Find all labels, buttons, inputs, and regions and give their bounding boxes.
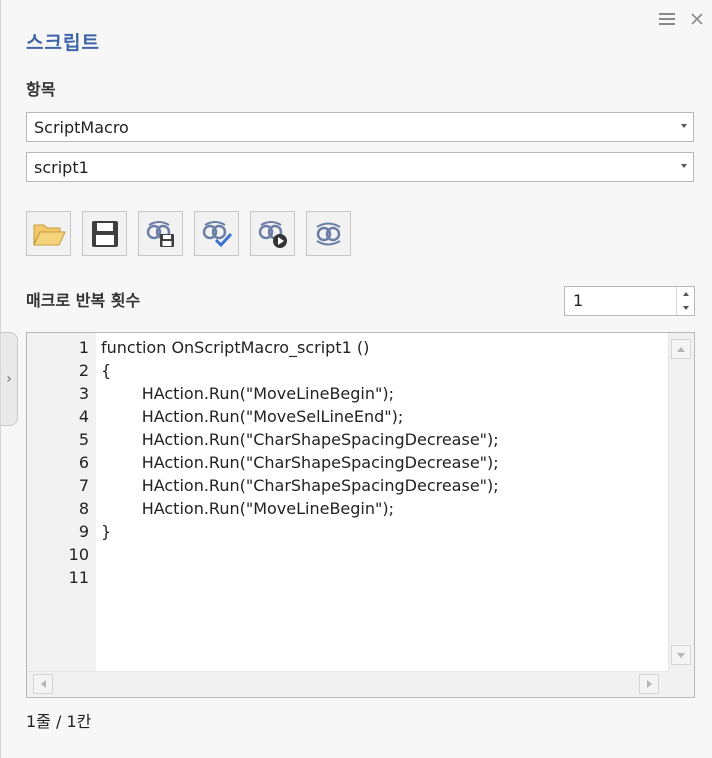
vertical-scrollbar[interactable] xyxy=(668,333,694,671)
repeat-count-spinner[interactable]: 1 xyxy=(564,286,695,316)
script-editor[interactable]: 1 2 3 4 5 6 7 8 9 10 11 function OnScriptMacro_scr… xyxy=(26,332,695,698)
save-script-button[interactable] xyxy=(82,211,127,256)
macro-type-select[interactable]: ScriptMacro xyxy=(26,112,694,142)
code-line[interactable]: HAction.Run("CharShapeSpacingDecrease"); xyxy=(101,451,669,474)
code-line[interactable]: HAction.Run("MoveSelLineEnd"); xyxy=(101,405,669,428)
code-line[interactable]: HAction.Run("MoveLineBegin"); xyxy=(101,497,669,520)
code-line[interactable]: HAction.Run("CharShapeSpacingDecrease"); xyxy=(101,428,669,451)
code-line[interactable] xyxy=(101,566,669,589)
close-icon[interactable] xyxy=(688,10,706,28)
script-value: script1 xyxy=(34,157,89,177)
scroll-up-button[interactable] xyxy=(671,339,691,359)
line-numbers: 1 2 3 4 5 6 7 8 9 10 11 xyxy=(27,336,89,589)
repeat-count-value[interactable]: 1 xyxy=(573,291,583,310)
line-number: 10 xyxy=(68,545,89,564)
items-label: 항목 xyxy=(26,80,56,99)
line-number: 7 xyxy=(78,476,89,495)
dropdown-arrow-icon xyxy=(681,124,687,128)
code-line[interactable]: HAction.Run("CharShapeSpacingDecrease"); xyxy=(101,474,669,497)
line-number: 2 xyxy=(78,361,89,380)
arrow-right-icon xyxy=(646,680,652,688)
macro-loop-icon xyxy=(315,222,341,245)
collapse-panel-tab[interactable]: › xyxy=(1,332,18,426)
line-number-gutter: 1 2 3 4 5 6 7 8 9 10 11 xyxy=(27,333,96,671)
panel-controls xyxy=(658,10,706,28)
arrow-down-icon xyxy=(682,306,689,310)
macro-play-icon xyxy=(258,220,287,248)
macro-check-icon xyxy=(202,220,232,247)
spinner-up-button[interactable] xyxy=(677,287,694,301)
line-number: 5 xyxy=(78,430,89,449)
code-line[interactable]: } xyxy=(101,520,669,543)
line-number: 3 xyxy=(78,384,89,403)
arrow-left-icon xyxy=(40,680,46,688)
hamburger-menu-icon[interactable] xyxy=(658,10,676,28)
save-disk-icon xyxy=(91,220,118,247)
script-panel: › 스크립트 항목 ScriptMacro script1 매크로 반복 횟수 … xyxy=(0,0,712,758)
folder-open-icon xyxy=(32,224,66,245)
scroll-down-button[interactable] xyxy=(671,645,691,665)
spinner-buttons xyxy=(676,287,694,315)
scroll-right-button[interactable] xyxy=(639,674,659,694)
line-number: 1 xyxy=(78,338,89,357)
arrow-up-icon xyxy=(677,346,685,352)
scrollbar-corner xyxy=(668,671,694,697)
line-number: 4 xyxy=(78,407,89,426)
line-number: 9 xyxy=(78,522,89,541)
arrow-up-icon xyxy=(682,292,689,296)
chevron-right-icon: › xyxy=(6,371,12,387)
define-macro-button[interactable] xyxy=(194,211,239,256)
save-macro-button[interactable] xyxy=(138,211,183,256)
code-line[interactable]: HAction.Run("MoveLineBegin"); xyxy=(101,382,669,405)
line-number: 8 xyxy=(78,499,89,518)
run-macro-button[interactable] xyxy=(250,211,295,256)
open-script-button[interactable] xyxy=(26,211,71,256)
code-line[interactable]: function OnScriptMacro_script1 () xyxy=(101,336,669,359)
code-area[interactable]: function OnScriptMacro_script1 (){ HActi… xyxy=(101,336,669,589)
script-select[interactable]: script1 xyxy=(26,152,694,182)
macro-save-icon xyxy=(146,220,174,247)
repeat-macro-button[interactable] xyxy=(306,211,351,256)
arrow-down-icon xyxy=(677,652,685,658)
script-toolbar xyxy=(26,211,351,256)
line-number: 11 xyxy=(68,568,89,587)
repeat-count-label: 매크로 반복 횟수 xyxy=(26,291,141,310)
cursor-position-status: 1줄 / 1칸 xyxy=(26,712,92,731)
line-number: 6 xyxy=(78,453,89,472)
macro-type-value: ScriptMacro xyxy=(34,117,129,137)
code-line[interactable] xyxy=(101,543,669,566)
horizontal-scrollbar[interactable] xyxy=(27,671,670,697)
panel-title: 스크립트 xyxy=(26,32,100,54)
dropdown-arrow-icon xyxy=(681,164,687,168)
code-line[interactable]: { xyxy=(101,359,669,382)
spinner-down-button[interactable] xyxy=(677,301,694,315)
scroll-left-button[interactable] xyxy=(33,674,53,694)
